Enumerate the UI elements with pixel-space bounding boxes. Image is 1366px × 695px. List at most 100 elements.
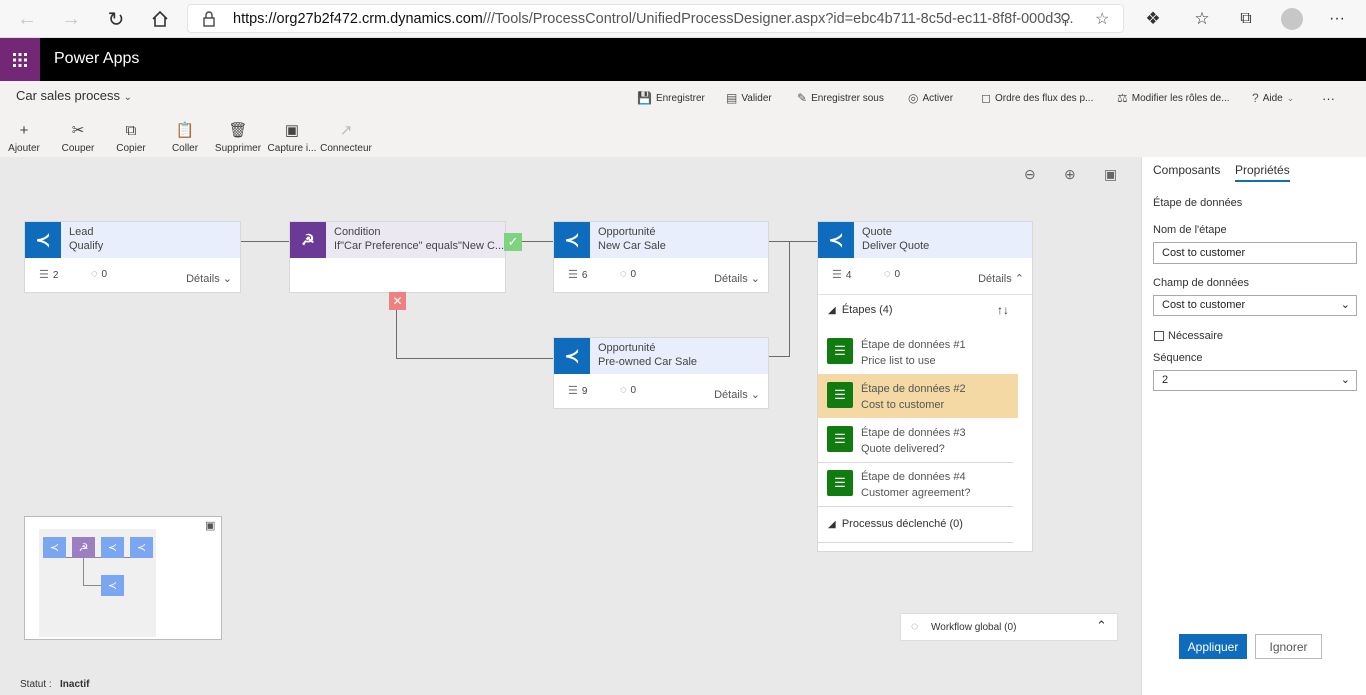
step-name-label: Nom de l'étape [1153,224,1227,236]
home-icon[interactable] [145,4,175,34]
data-step-2[interactable]: ☰ Étape de données #2 Cost to customer [818,374,1018,418]
stage-lead[interactable]: ≺ Lead Qualify ☰ 2 ◌ 0 Détails ⌄ [24,221,241,293]
copy-button[interactable]: ⧉ Copier [101,121,161,154]
validate-button[interactable]: ▤ Valider [726,91,772,105]
expand-icon[interactable]: ▣ [205,519,215,532]
data-field-select[interactable]: Cost to customer ⌄ [1153,295,1357,316]
mini-stage-icon: ≺ [101,575,124,596]
fit-icon[interactable]: ▣ [1104,166,1117,183]
more-commands-button[interactable]: ··· [1322,91,1335,106]
check-icon: ✓ [504,233,522,251]
stage-icon: ≺ [554,338,590,374]
steps-icon: ☰ [39,269,49,281]
tab-components[interactable]: Composants [1153,163,1220,177]
designer-canvas[interactable]: ⊖ ⊕ ▣ ≺ Lead Qualify ☰ 2 ◌ 0 Détails ⌄ ☭ C… [0,157,1141,695]
required-label: Nécessaire [1168,330,1224,342]
copy-icon: ⧉ [125,122,137,139]
cut-button[interactable]: ✂ Couper [48,121,108,154]
condition-stage[interactable]: ☭ Condition If"Car Preference" equals"Ne… [289,221,506,293]
details-toggle[interactable]: Détails ⌃ [978,272,1024,285]
data-step-icon: ☰ [827,338,853,364]
workflow-count: ◌ 0 [884,268,901,280]
steps-icon: ☰ [832,269,842,281]
save-as-icon: ✎ [797,91,808,105]
required-checkbox[interactable] [1154,331,1164,341]
stage-opportunity-preowned[interactable]: ≺ Opportunité Pre-owned Car Sale ☰ 9 ◌ 0 D… [553,337,769,409]
chevron-down-icon: ⌄ [1340,374,1350,386]
paste-button[interactable]: 📋 Coller [155,121,215,154]
workflow-icon: ◌ [911,619,919,633]
details-toggle[interactable]: Détails ⌄ [714,388,760,401]
save-as-button[interactable]: ✎ Enregistrer sous [797,91,884,105]
cut-icon: ✂ [71,122,85,139]
global-workflow-bar[interactable]: ◌ Workflow global (0) ⌃ [900,613,1118,641]
stage-icon: ≺ [818,222,854,258]
data-step-3[interactable]: ☰ Étape de données #3 Quote delivered? [818,418,1018,462]
data-step-4[interactable]: ☰ Étape de données #4 Customer agreement… [818,462,1018,506]
add-button[interactable]: + Ajouter [0,121,54,154]
sequence-select[interactable]: 2 ⌄ [1153,370,1357,391]
section-title: Étape de données [1153,197,1243,209]
app-title: Power Apps [54,50,140,67]
steps-icon: ☰ [568,269,578,281]
refresh-icon[interactable]: ↻ [101,4,131,34]
roles-icon: ⚖ [1117,91,1128,105]
steps-count: ☰ 9 [568,385,588,397]
help-icon: ? [1252,91,1259,105]
sequence-label: Séquence [1153,352,1203,364]
zoom-in-icon[interactable]: ⊕ [1064,166,1076,183]
url-text: https://org27b2f472.crm.dynamics.com///T… [233,11,1074,27]
ignore-button[interactable]: Ignorer [1255,634,1322,659]
lock-icon[interactable] [202,11,216,30]
capture-button[interactable]: ▣ Capture i... [262,121,322,154]
close-icon: ✕ [389,292,406,310]
mini-condition-icon: ☭ [72,537,95,558]
steps-icon: ☰ [568,385,578,397]
flow-order-button[interactable]: ◻ Ordre des flux des p... [981,91,1093,105]
data-step-icon: ☰ [827,470,853,496]
stage-icon: ≺ [25,222,61,258]
extensions-icon[interactable]: ❖ [1138,4,1168,34]
delete-button[interactable]: 🗑 Supprimer [208,121,268,154]
details-toggle[interactable]: Détails ⌄ [714,272,760,285]
step-name-input[interactable]: Cost to customer [1153,242,1357,264]
connector-line [240,241,290,242]
help-button[interactable]: ? Aide ⌄ [1252,91,1294,105]
flow-order-icon: ◻ [981,91,991,105]
condition-icon: ☭ [290,222,326,258]
data-step-1[interactable]: ☰ Étape de données #1 Price list to use [818,330,1018,374]
favorite-add-icon[interactable]: ☆ [1095,9,1109,29]
triggered-process-header[interactable]: ◢ Processus déclenché (0) [828,518,963,530]
profile-icon[interactable] [1281,8,1303,30]
zoom-icon[interactable]: ⚲ [1060,10,1071,28]
steps-header[interactable]: ◢ Étapes (4) [828,304,893,316]
apply-button[interactable]: Appliquer [1179,634,1247,659]
connector-button[interactable]: ↗ Connecteur [316,121,376,154]
save-button[interactable]: 💾 Enregistrer [637,91,705,105]
address-bar[interactable]: https://org27b2f472.crm.dynamics.com///T… [187,4,1124,33]
collections-icon[interactable]: ⧉ [1231,4,1261,34]
add-icon: + [19,122,29,139]
workflow-icon: ◌ [91,268,98,280]
data-step-icon: ☰ [827,426,853,452]
favorites-icon[interactable]: ☆ [1187,4,1217,34]
mini-stage-icon: ≺ [101,537,124,558]
back-icon[interactable]: ← [12,4,42,34]
more-icon[interactable]: ··· [1322,4,1352,34]
edit-roles-button[interactable]: ⚖ Modifier les rôles de... [1117,91,1230,105]
paste-icon: 📋 [175,122,195,139]
waffle-icon[interactable] [0,38,40,81]
sort-icon[interactable]: ↑↓ [997,303,1009,317]
workflow-count: ◌ 0 [620,384,637,396]
stage-opportunity-new[interactable]: ≺ Opportunité New Car Sale ☰ 6 ◌ 0 Détails… [553,221,769,293]
process-name-dropdown[interactable]: Car sales process ⌄ [16,88,132,103]
details-toggle[interactable]: Détails ⌄ [186,272,232,285]
minimap[interactable]: ▣ ≺ ☭ ≺ ≺ ≺ [24,516,222,640]
tab-properties[interactable]: Propriétés [1235,163,1290,182]
zoom-out-icon[interactable]: ⊖ [1024,166,1036,183]
activate-button[interactable]: ◎ Activer [908,91,953,105]
stage-quote[interactable]: ≺ Quote Deliver Quote ☰ 4 ◌ 0 Détails ⌃ ◢ … [817,221,1033,552]
forward-icon[interactable]: → [56,4,86,34]
workflow-count: ◌ 0 [91,268,108,280]
chevron-up-icon[interactable]: ⌃ [1096,618,1107,634]
